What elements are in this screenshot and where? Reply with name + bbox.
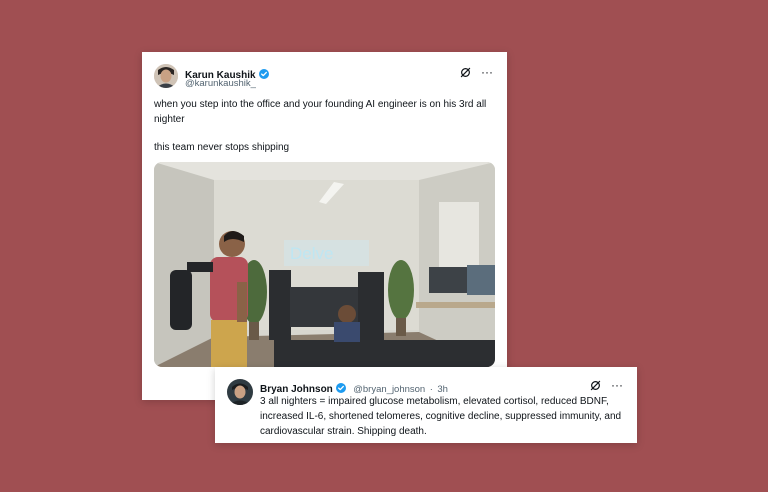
avatar[interactable] <box>154 64 178 88</box>
tweet-header-actions: ··· <box>590 379 623 391</box>
grok-icon[interactable] <box>460 67 471 78</box>
avatar[interactable] <box>227 379 253 405</box>
more-icon[interactable]: ··· <box>481 66 493 78</box>
tweet-header-actions: ··· <box>460 66 493 78</box>
tweet-text: when you step into the office and your f… <box>154 99 487 125</box>
more-icon[interactable]: ··· <box>611 379 623 391</box>
tweet-text: 3 all nighters = impaired glucose metabo… <box>260 396 622 437</box>
tweet-card-bryan: Bryan Johnson @bryan_johnson · 3h ··· 3 … <box>215 367 637 443</box>
author-handle[interactable]: @karunkaushik_ <box>185 78 256 89</box>
verified-badge-icon <box>258 66 269 84</box>
grok-icon[interactable] <box>590 380 601 391</box>
tweet-media-photo[interactable]: Delve <box>154 162 495 367</box>
tweet-card-karun: Karun Kaushik @karunkaushik_ ··· when yo… <box>142 52 507 400</box>
tweet-text-second-paragraph: this team never stops shipping <box>154 142 290 153</box>
delve-sign: Delve <box>290 244 333 263</box>
